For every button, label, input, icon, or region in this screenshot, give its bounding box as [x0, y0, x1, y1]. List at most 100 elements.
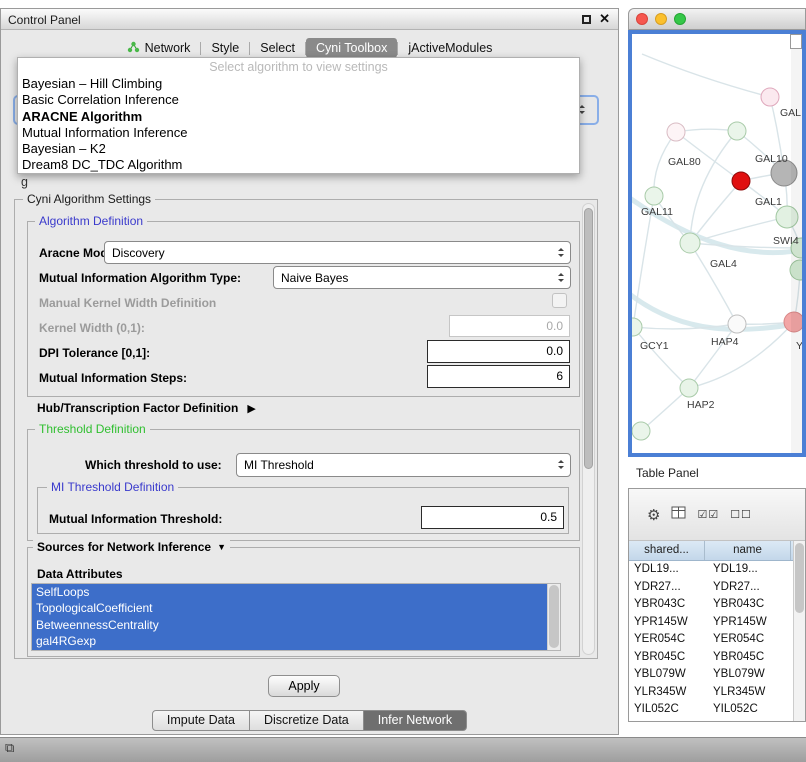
dropdown-item[interactable]: Basic Correlation Inference	[18, 92, 579, 108]
cell-shared-name[interactable]: YDL19...	[629, 561, 705, 579]
cell-shared-name[interactable]: YBR043C	[629, 596, 705, 614]
attribute-list-item[interactable]: SelfLoops	[32, 584, 547, 600]
table-row[interactable]: YPR145W YPR145W 9.	[629, 614, 805, 632]
table-row[interactable]: YBR045C YBR045C 9.	[629, 649, 805, 667]
dropdown-hint: Select algorithm to view settings	[18, 58, 579, 76]
cell-name[interactable]: YPR145W	[705, 614, 791, 632]
network-scrollbar[interactable]	[791, 49, 802, 453]
tab-impute-data[interactable]: Impute Data	[152, 710, 250, 731]
cell-shared-name[interactable]: YDR27...	[629, 579, 705, 597]
tab-network[interactable]: Network	[117, 38, 201, 59]
cell-shared-name[interactable]: YER054C	[629, 631, 705, 649]
manual-kernel-checkbox[interactable]	[552, 293, 567, 308]
scrollbar-thumb[interactable]	[584, 208, 593, 469]
table-row[interactable]: YDL19... YDL19... 13	[629, 561, 805, 579]
mi-type-combo[interactable]: Naive Bayes	[273, 266, 571, 289]
restore-panel-icon[interactable]: ⧉	[5, 740, 14, 756]
node[interactable]	[728, 315, 746, 333]
hub-definition-toggle[interactable]: Hub/Transcription Factor Definition ▶	[37, 401, 256, 415]
close-traffic-light[interactable]	[636, 13, 648, 25]
node-hap2[interactable]	[680, 379, 698, 397]
scrollbar-thumb[interactable]	[549, 585, 559, 648]
minimize-traffic-light[interactable]	[655, 13, 667, 25]
dropdown-item[interactable]: Dream8 DC_TDC Algorithm	[18, 157, 579, 173]
node-label: HAP4	[711, 336, 739, 348]
settings-scrollbar[interactable]	[582, 203, 595, 655]
node-label: GAL4	[710, 258, 737, 270]
cell-shared-name[interactable]: YBL079W	[629, 666, 705, 684]
kernel-width-field[interactable]: 0.0	[449, 315, 570, 337]
aracne-mode-combo[interactable]: Discovery	[104, 241, 571, 264]
deselect-all-icon[interactable]: ☐☐	[730, 508, 752, 521]
cell-name[interactable]: YDL19...	[705, 561, 791, 579]
select-all-icon[interactable]: ☑☑	[697, 508, 719, 521]
sources-toggle[interactable]: Sources for Network Inference ▼	[33, 540, 230, 554]
combo-arrows-icon	[555, 242, 570, 263]
kernel-width-label: Kernel Width (0,1):	[39, 321, 145, 335]
table-row[interactable]: YBR043C YBR043C	[629, 596, 805, 614]
cell-shared-name[interactable]: YPR145W	[629, 614, 705, 632]
cell-name[interactable]: YER054C	[705, 631, 791, 649]
cell-name[interactable]: YBL079W	[705, 666, 791, 684]
tab-cyni-toolbox[interactable]: Cyni Toolbox	[306, 38, 397, 58]
node[interactable]	[645, 187, 663, 205]
table-row[interactable]: YER054C YER054C 8.	[629, 631, 805, 649]
column-header-name[interactable]: name	[705, 541, 791, 560]
close-icon[interactable]: ✕	[599, 11, 610, 27]
tab-style[interactable]: Style	[201, 38, 249, 58]
settings-group-title: Cyni Algorithm Settings	[23, 192, 155, 206]
table-row[interactable]: YDR27... YDR27... 12	[629, 579, 805, 597]
mi-steps-label: Mutual Information Steps:	[39, 371, 187, 385]
hub-definition-label: Hub/Transcription Factor Definition	[37, 401, 238, 415]
cell-name[interactable]: YBR043C	[705, 596, 791, 614]
node[interactable]	[632, 422, 650, 440]
column-header-shared-name[interactable]: shared...	[629, 541, 705, 560]
cell-shared-name[interactable]: YBR045C	[629, 649, 705, 667]
cell-shared-name[interactable]: YIL052C	[629, 701, 705, 719]
cell-name[interactable]: YBR045C	[705, 649, 791, 667]
table-row[interactable]: YLR345W YLR345W 9.	[629, 684, 805, 702]
table-row[interactable]: YBL079W YBL079W	[629, 666, 805, 684]
tab-select[interactable]: Select	[250, 38, 305, 58]
node-gcy1[interactable]	[632, 318, 642, 336]
network-scrollbar-button[interactable]	[790, 34, 802, 49]
select-columns-icon[interactable]	[671, 506, 686, 524]
node[interactable]	[667, 123, 685, 141]
window-title: Control Panel	[8, 13, 81, 27]
gear-icon[interactable]: ⚙	[647, 506, 660, 524]
scrollbar-thumb[interactable]	[795, 543, 804, 613]
cell-shared-name[interactable]: YLR345W	[629, 684, 705, 702]
sources-title: Sources for Network Inference	[37, 540, 211, 554]
mi-steps-field[interactable]: 6	[427, 365, 570, 388]
node-label: GAL1	[755, 196, 782, 208]
attribute-list-item[interactable]: TopologicalCoefficient	[32, 600, 547, 616]
dropdown-item[interactable]: Bayesian – Hill Climbing	[18, 76, 579, 92]
node-gal4[interactable]	[680, 233, 700, 253]
node[interactable]	[728, 122, 746, 140]
network-window-titlebar[interactable]	[628, 8, 806, 30]
dpi-tolerance-field[interactable]: 0.0	[427, 340, 570, 363]
attribute-list-scrollbar[interactable]	[547, 584, 560, 650]
dropdown-item[interactable]: Mutual Information Inference	[18, 125, 579, 141]
tab-discretize-data[interactable]: Discretize Data	[249, 710, 364, 731]
float-window-icon[interactable]	[582, 15, 591, 24]
which-threshold-combo[interactable]: MI Threshold	[236, 453, 571, 477]
attribute-list-item[interactable]: BetweennessCentrality	[32, 617, 547, 633]
node[interactable]	[761, 88, 779, 106]
attribute-list-item[interactable]: gal4RGexp	[32, 633, 547, 649]
node-red[interactable]	[732, 172, 750, 190]
tab-infer-network[interactable]: Infer Network	[363, 710, 467, 731]
network-canvas[interactable]: GAL GAL80 GAL10 GAL11 GAL1 SWI4 GAL4 GCY…	[628, 30, 806, 457]
cell-name[interactable]: YIL052C	[705, 701, 791, 719]
network-graph[interactable]: GAL GAL80 GAL10 GAL11 GAL1 SWI4 GAL4 GCY…	[632, 34, 802, 453]
tab-jactivemodules[interactable]: jActiveModules	[398, 38, 502, 58]
cell-name[interactable]: YLR345W	[705, 684, 791, 702]
table-row[interactable]: YIL052C YIL052C	[629, 701, 805, 719]
mi-threshold-field[interactable]: 0.5	[421, 506, 564, 529]
table-scrollbar[interactable]	[793, 541, 805, 721]
dropdown-item-selected[interactable]: ARACNE Algorithm	[18, 109, 579, 125]
dropdown-item[interactable]: Bayesian – K2	[18, 141, 579, 157]
zoom-traffic-light[interactable]	[674, 13, 686, 25]
cell-name[interactable]: YDR27...	[705, 579, 791, 597]
apply-button[interactable]: Apply	[268, 675, 340, 697]
